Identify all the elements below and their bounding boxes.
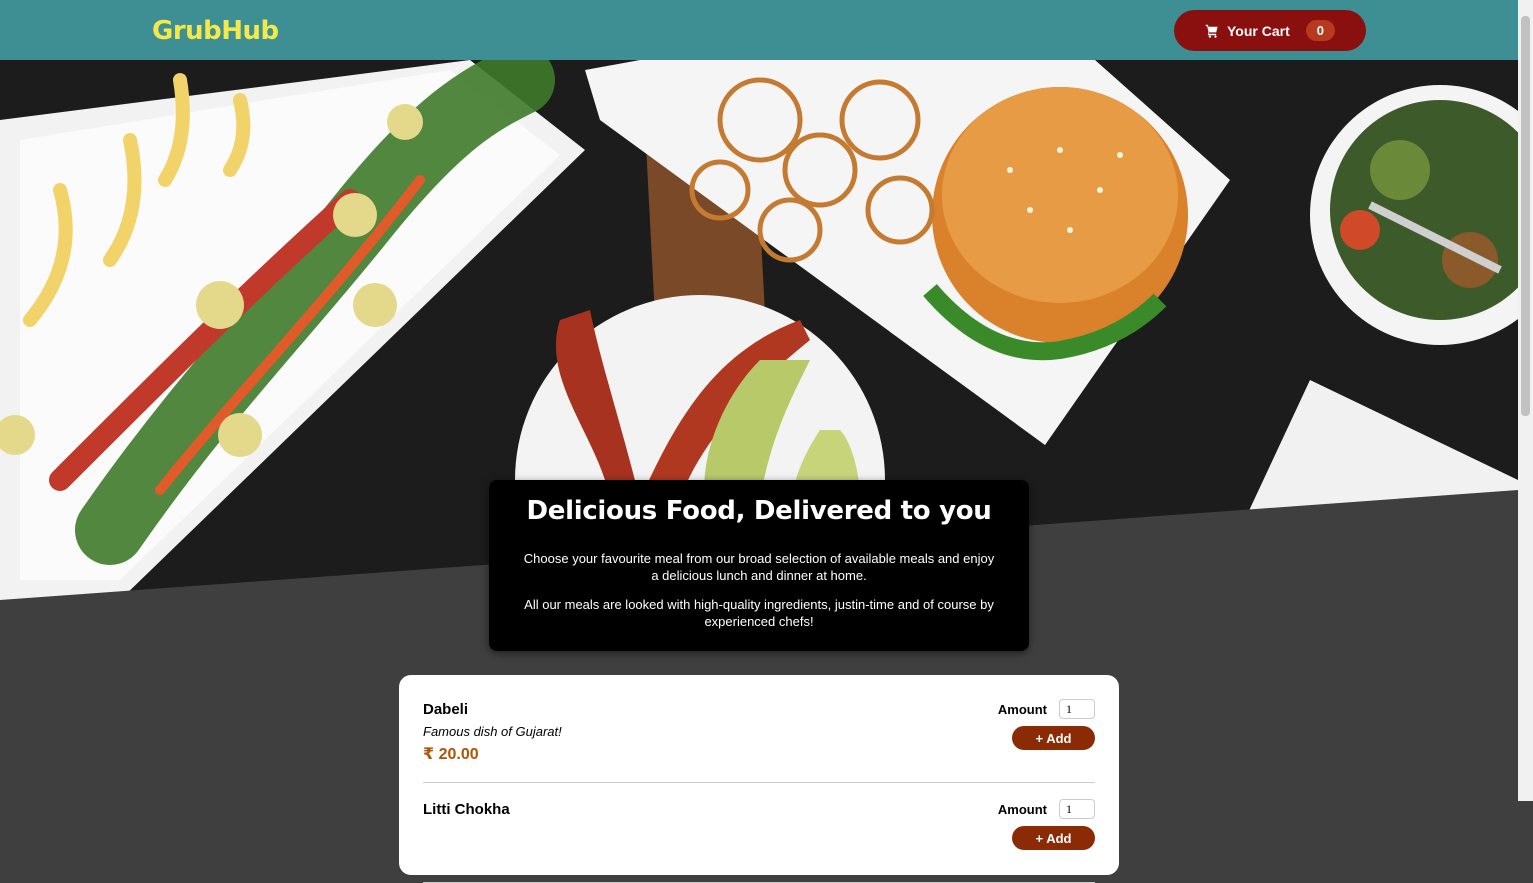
page-scrollbar[interactable] — [1518, 0, 1533, 801]
cart-button[interactable]: Your Cart 0 — [1174, 10, 1366, 51]
scrollbar-thumb[interactable] — [1521, 16, 1530, 416]
meal-name: Litti Chokha — [423, 801, 510, 818]
amount-input[interactable] — [1059, 799, 1095, 819]
meal-info: Litti Chokha — [423, 795, 510, 871]
summary-title: Delicious Food, Delivered to you — [526, 496, 992, 526]
amount-input[interactable] — [1059, 699, 1095, 719]
amount-row: Amount — [998, 799, 1095, 819]
amount-label: Amount — [997, 701, 1047, 717]
summary-paragraph-2: All our meals are looked with high-quali… — [524, 597, 994, 629]
meal-info: Dabeli Famous dish of Gujarat! ₹ 20.00 — [423, 695, 562, 771]
meal-item: Dabeli Famous dish of Gujarat! ₹ 20.00 A… — [423, 695, 1095, 783]
summary-paragraph-1: Choose your favourite meal from our broa… — [523, 551, 995, 583]
cart-count-badge: 0 — [1305, 20, 1335, 41]
meal-add-form: Amount + Add — [998, 695, 1095, 771]
add-button[interactable]: + Add — [1012, 726, 1095, 750]
meal-description: Famous dish of Gujarat! — [423, 724, 562, 739]
cart-label: Your Cart — [1227, 22, 1290, 39]
meal-name: Dabeli — [423, 701, 469, 718]
amount-row: Amount — [998, 699, 1095, 719]
meals-summary: Delicious Food, Delivered to you Choose … — [489, 480, 1029, 651]
cart-icon — [1205, 24, 1219, 38]
meal-price: ₹ 20.00 — [423, 746, 479, 763]
app-header: GrubHub Your Cart 0 — [0, 0, 1518, 60]
meal-add-form: Amount + Add — [998, 795, 1095, 871]
amount-label: Amount — [997, 801, 1047, 817]
brand-logo[interactable]: GrubHub — [152, 16, 279, 46]
meal-item: Litti Chokha Amount + Add — [423, 795, 1095, 883]
meals-list: Dabeli Famous dish of Gujarat! ₹ 20.00 A… — [399, 675, 1119, 883]
add-button[interactable]: + Add — [1012, 826, 1095, 850]
